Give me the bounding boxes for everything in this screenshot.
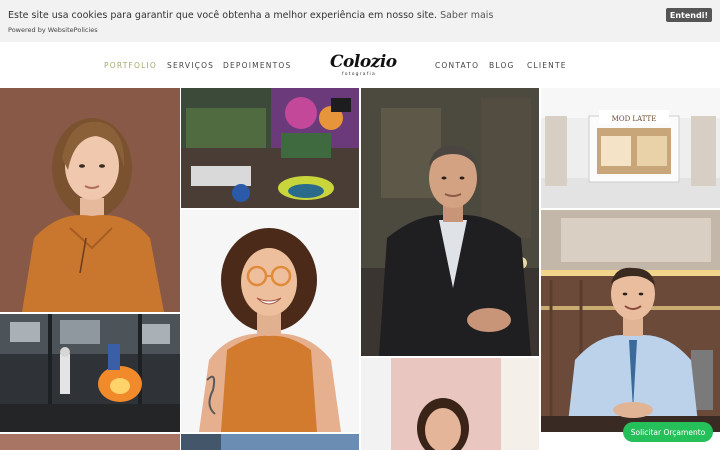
logo-wordmark: Colozio bbox=[330, 52, 397, 72]
learn-more-link[interactable]: Saber mais bbox=[440, 10, 493, 21]
nav-portfolio[interactable]: PORTFOLIO bbox=[104, 61, 157, 70]
gallery-photo-bottom-left[interactable] bbox=[0, 434, 180, 450]
gallery-photo-bottom-center[interactable] bbox=[181, 434, 359, 450]
gallery-photo-woman-orange-blouse[interactable] bbox=[0, 88, 180, 312]
gallery-photo-woman-pink-background[interactable] bbox=[361, 358, 539, 450]
gallery-photo-storefront[interactable]: MOD LATTE bbox=[541, 88, 720, 208]
nav-testimonials[interactable]: DEPOIMENTOS bbox=[223, 61, 291, 70]
gallery-photo-businessman-suit[interactable] bbox=[361, 88, 539, 356]
gallery-photo-colorful-office[interactable] bbox=[181, 88, 359, 208]
site-header: PORTFOLIO SERVIÇOS DEPOIMENTOS Colozio f… bbox=[0, 42, 720, 88]
cookie-banner: Este site usa cookies para garantir que … bbox=[0, 0, 720, 42]
nav-services[interactable]: SERVIÇOS bbox=[167, 61, 214, 70]
nav-contact[interactable]: CONTATO bbox=[435, 61, 479, 70]
gallery-photo-man-office[interactable] bbox=[541, 210, 720, 432]
site-logo[interactable]: Colozio fotografia bbox=[330, 52, 397, 82]
cookie-powered-by[interactable]: Powered by WebsitePolicies bbox=[8, 26, 98, 34]
store-sign-text: MOD LATTE bbox=[612, 115, 657, 123]
cookie-message: Este site usa cookies para garantir que … bbox=[8, 10, 493, 21]
request-quote-button[interactable]: Solicitar Orçamento bbox=[623, 422, 713, 442]
nav-blog[interactable]: BLOG bbox=[489, 61, 515, 70]
cookie-accept-button[interactable]: Entendi! bbox=[666, 8, 712, 22]
nav-client[interactable]: CLIENTE bbox=[527, 61, 567, 70]
gallery-photo-woman-glasses[interactable] bbox=[181, 210, 359, 432]
cookie-message-text: Este site usa cookies para garantir que … bbox=[8, 10, 438, 21]
gallery-photo-foundry-workers[interactable] bbox=[0, 314, 180, 432]
logo-tagline: fotografia bbox=[342, 72, 376, 77]
